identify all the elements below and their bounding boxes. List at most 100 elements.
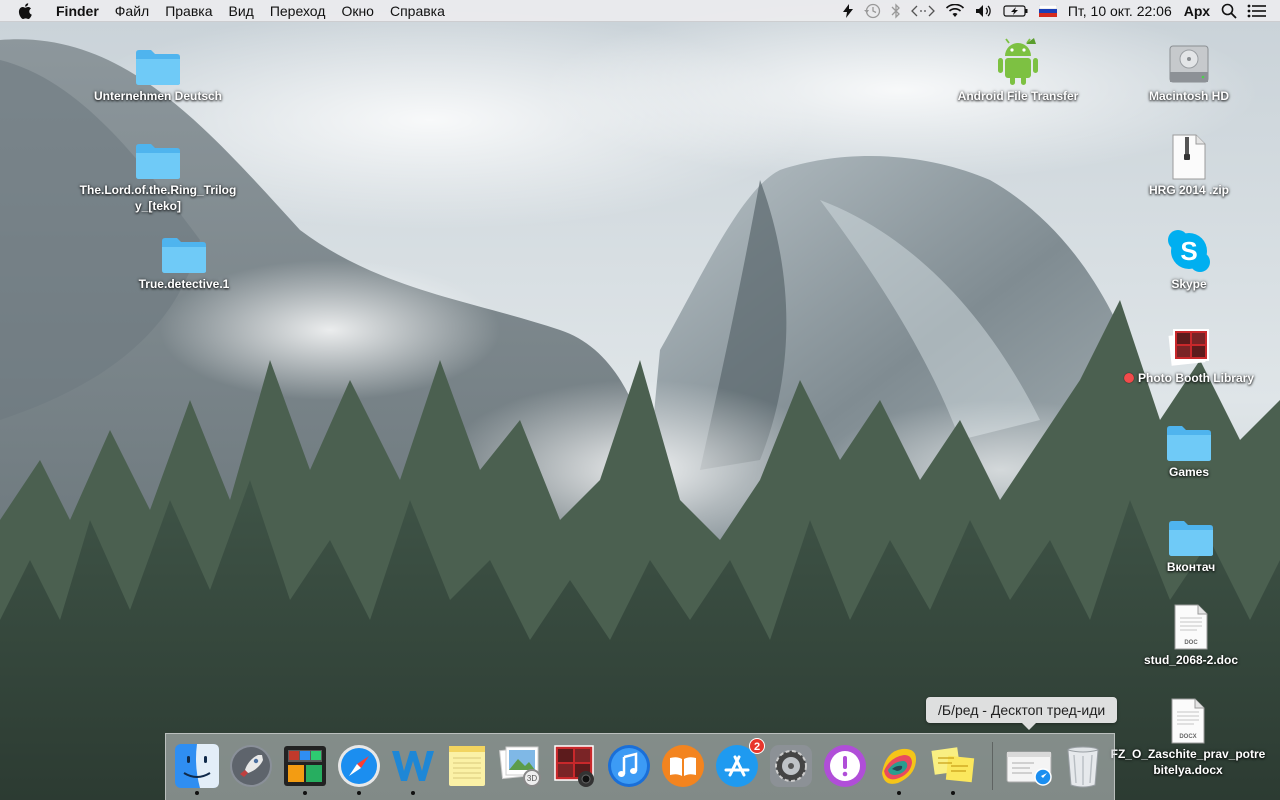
menu-window[interactable]: Окно [333, 0, 382, 22]
dock-word[interactable] [390, 743, 436, 795]
rocket-icon [230, 745, 272, 787]
russian-flag-icon[interactable] [1034, 0, 1062, 22]
desktop-icon-label: stud_2068-2.doc [1143, 653, 1239, 667]
doc-file-icon: DOC [1164, 596, 1218, 650]
desktop-icon-folder[interactable]: True.detective.1 [104, 220, 264, 292]
word-icon [392, 751, 434, 781]
notification-center-icon[interactable] [1242, 0, 1272, 22]
running-indicator [897, 791, 901, 795]
folder-icon [1162, 408, 1216, 462]
apple-menu-icon[interactable] [14, 2, 36, 19]
desktop-icon-macintosh-hd[interactable]: Macintosh HD [1109, 32, 1269, 104]
desktop-icon-photo-booth-library[interactable]: Photo Booth Library [1109, 314, 1269, 386]
menu-clock[interactable]: Пт, 10 окт. 22:06 [1062, 0, 1178, 22]
wifi-icon[interactable] [940, 0, 970, 22]
skype-icon: S [1162, 220, 1216, 274]
dock-mission-control[interactable] [282, 743, 328, 795]
colorful-wave-icon [882, 748, 916, 784]
desktop-icon-label: HRG 2014 .zip [1148, 183, 1230, 197]
running-indicator [303, 791, 307, 795]
safari-compass-icon [338, 745, 380, 787]
dock-launchpad[interactable] [228, 743, 274, 789]
notification-badge: 2 [749, 738, 765, 754]
menu-help[interactable]: Справка [382, 0, 453, 22]
menu-go[interactable]: Переход [262, 0, 334, 22]
status-area: Пт, 10 окт. 22:06 Арх [838, 0, 1280, 22]
dock-feedback-assistant[interactable] [822, 743, 868, 789]
android-icon [991, 32, 1045, 86]
svg-text:3D: 3D [527, 774, 537, 783]
dock-system-preferences[interactable] [768, 743, 814, 789]
menu-bar: Finder Файл Правка Вид Переход Окно Спра… [0, 0, 1280, 22]
bluetooth-icon[interactable] [886, 0, 906, 22]
battery-charging-icon[interactable] [998, 0, 1034, 22]
dock-ibooks[interactable] [660, 743, 706, 789]
zip-file-icon [1162, 126, 1216, 180]
wallpaper-mountain-forest [0, 0, 1280, 800]
desktop-icon-label: Photo Booth Library [1109, 370, 1269, 386]
doc-type-tag: DOC [1184, 640, 1198, 646]
desktop-icon-docx-file[interactable]: DOCX FZ_O_Zaschite_prav_potrebitelya.doc… [1108, 690, 1268, 778]
dock-photo-booth[interactable] [552, 743, 598, 789]
running-indicator [195, 791, 199, 795]
desktop-icon-folder[interactable]: Unternehmen Deutsch [78, 32, 238, 104]
desktop-icon-label: Skype [1171, 277, 1207, 291]
dock-finder[interactable] [174, 743, 220, 795]
desktop-wallpaper [0, 0, 1280, 800]
folder-icon [157, 220, 211, 274]
volume-icon[interactable] [970, 0, 998, 22]
menu-edit[interactable]: Правка [157, 0, 220, 22]
flash-icon[interactable] [838, 0, 858, 22]
dock: 3D 2 [165, 733, 1115, 800]
preview-icon: 3D [499, 746, 541, 787]
running-indicator [951, 791, 955, 795]
menu-file[interactable]: Файл [107, 0, 157, 22]
finder-icon [175, 744, 219, 788]
webloc-file-icon [1006, 751, 1052, 786]
dock-itunes[interactable] [606, 743, 652, 789]
time-machine-icon[interactable] [858, 0, 886, 22]
gear-icon [770, 745, 812, 787]
dock-trash[interactable] [1060, 743, 1106, 789]
desktop-icon-zip-file[interactable]: HRG 2014 .zip [1109, 126, 1269, 198]
dock-preview[interactable]: 3D [498, 743, 544, 789]
spotlight-search-icon[interactable] [1216, 0, 1242, 22]
dock-tooltip: /Б/ред - Десктоп тред-иди [926, 697, 1118, 730]
dock-safari[interactable] [336, 743, 382, 795]
hard-drive-icon [1162, 32, 1216, 86]
folder-icon [1164, 503, 1218, 557]
desktop-icon-label-text: Photo Booth Library [1138, 371, 1254, 385]
dock-app-store[interactable]: 2 [714, 738, 765, 789]
desktop-icon-label: Games [1168, 465, 1210, 479]
desktop-icon-folder[interactable]: Games [1109, 408, 1269, 480]
dock-desktop-stack[interactable] [1006, 743, 1052, 789]
exclamation-bubble-icon [824, 745, 866, 787]
folder-icon [131, 126, 185, 180]
desktop-icon-label: True.detective.1 [138, 277, 230, 291]
menu-view[interactable]: Вид [221, 0, 262, 22]
dock-stickies[interactable] [930, 743, 976, 795]
menu-app-finder[interactable]: Finder [52, 0, 107, 22]
airdrop-icon[interactable] [906, 0, 940, 22]
dock-colorful-app[interactable] [876, 743, 922, 795]
stickies-icon [931, 747, 975, 783]
desktop-icon-label: FZ_O_Zaschite_prav_potrebitelya.docx [1110, 747, 1266, 777]
desktop-icon-folder[interactable]: Вконтач [1111, 503, 1271, 575]
desktop-icon-skype[interactable]: S Skype [1109, 220, 1269, 292]
desktop-icon-label: The.Lord.of.the.Ring_Trilogy_[teko] [79, 183, 237, 213]
desktop-icon-doc-file[interactable]: DOC stud_2068-2.doc [1111, 596, 1271, 668]
menu-user-name[interactable]: Арх [1178, 0, 1216, 22]
desktop-icon-android-file-transfer[interactable]: Android File Transfer [938, 32, 1098, 104]
desktop-icon-label: Macintosh HD [1148, 89, 1229, 103]
red-tag-icon [1124, 373, 1134, 383]
desktop-icon-label: Android File Transfer [957, 89, 1079, 103]
desktop-icon-label: Unternehmen Deutsch [93, 89, 223, 103]
itunes-icon [608, 745, 650, 787]
ibooks-icon [662, 745, 704, 787]
running-indicator [411, 791, 415, 795]
dock-notes[interactable] [444, 743, 490, 789]
doc-type-tag: DOCX [1179, 734, 1196, 740]
docx-file-icon: DOCX [1161, 690, 1215, 744]
folder-icon [131, 32, 185, 86]
desktop-icon-folder[interactable]: The.Lord.of.the.Ring_Trilogy_[teko] [78, 126, 238, 214]
